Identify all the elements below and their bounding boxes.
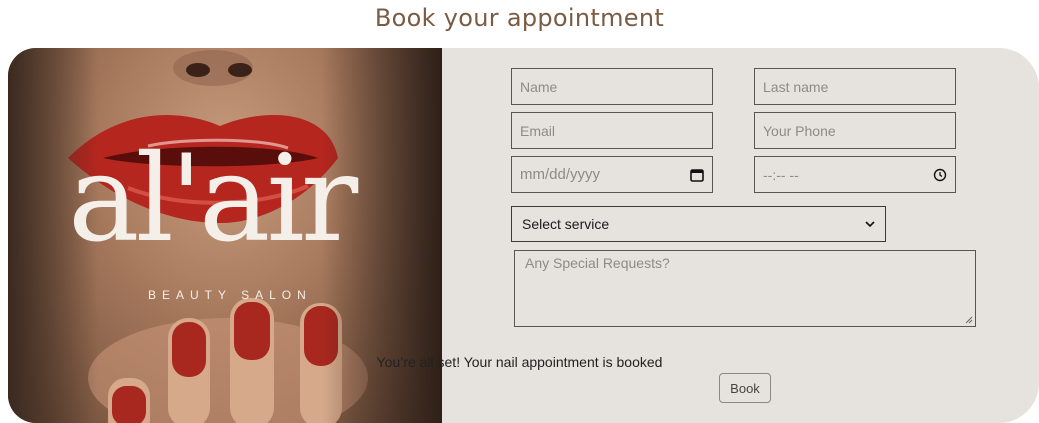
email-placeholder: Email: [520, 122, 556, 139]
phone-input[interactable]: Your Phone: [754, 112, 956, 149]
booking-status-message: You’re all set! Your nail appointment is…: [376, 354, 663, 370]
book-button[interactable]: Book: [719, 373, 771, 403]
service-selected-value: Select service: [522, 216, 610, 232]
calendar-icon[interactable]: [690, 168, 704, 182]
resize-handle-icon[interactable]: [965, 316, 973, 324]
logo-wordmark: al'air: [68, 130, 358, 269]
clock-icon[interactable]: [933, 168, 947, 182]
date-placeholder: mm/dd/yyyy: [520, 166, 601, 183]
phone-placeholder: Your Phone: [763, 122, 836, 139]
chevron-down-icon[interactable]: [865, 220, 875, 228]
time-input[interactable]: --:-- --: [754, 156, 956, 193]
time-placeholder: --:-- --: [763, 166, 799, 183]
special-requests-textarea[interactable]: Any Special Requests?: [514, 250, 976, 327]
last-name-placeholder: Last name: [763, 78, 829, 95]
logo-tagline: BEAUTY SALON: [148, 288, 312, 302]
special-requests-placeholder: Any Special Requests?: [525, 255, 670, 271]
page-title: Book your appointment: [374, 4, 665, 32]
name-placeholder: Name: [520, 78, 558, 95]
last-name-input[interactable]: Last name: [754, 68, 956, 105]
email-input[interactable]: Email: [511, 112, 713, 149]
name-input[interactable]: Name: [511, 68, 713, 105]
service-select[interactable]: Select service: [511, 206, 886, 242]
date-input[interactable]: mm/dd/yyyy: [511, 156, 713, 193]
